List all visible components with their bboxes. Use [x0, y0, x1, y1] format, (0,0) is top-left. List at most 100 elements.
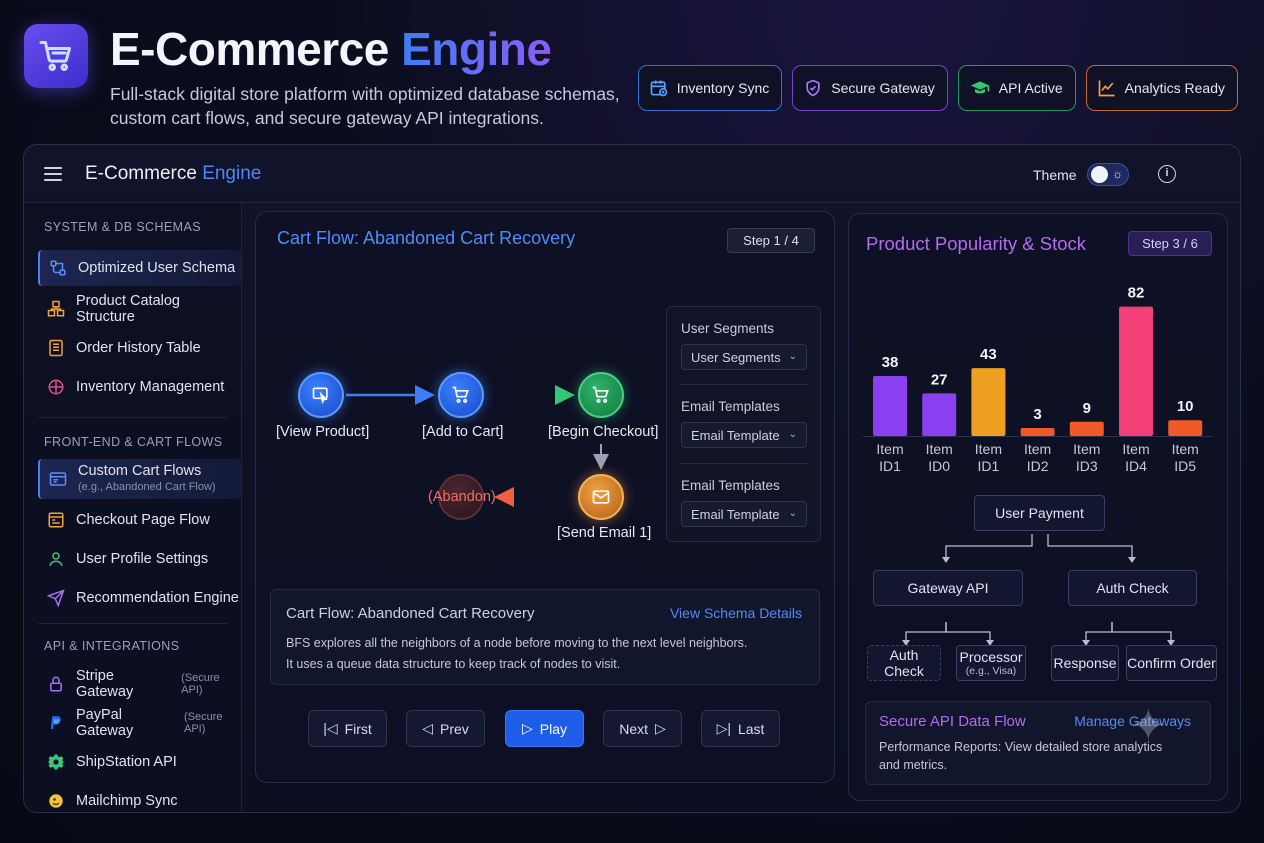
tree-node-user-payment[interactable]: User Payment [974, 495, 1105, 531]
node-label-view-product: [View Product] [276, 424, 370, 440]
email-template-select[interactable]: Email Template ⌄ [681, 501, 807, 527]
bar-chart: 38ItemID127ItemID043ItemID13ItemID29Item… [863, 285, 1213, 474]
sidebar: SYSTEM & DB SCHEMAS Optimized User Schem… [24, 203, 242, 812]
divider [681, 384, 807, 385]
sidebar-section-title: FRONT-END & CART FLOWS [44, 435, 223, 449]
skip-back-icon: |◁ [323, 720, 338, 736]
flow-node-view-product[interactable] [298, 372, 344, 418]
description-text: BFS explores all the neighbors of a node… [286, 636, 748, 671]
sidebar-item-checkout-page-flow[interactable]: Checkout Page Flow [38, 502, 241, 538]
sidebar-section-title: SYSTEM & DB SCHEMAS [44, 220, 201, 234]
hero-title: E-Commerce Engine [110, 23, 552, 75]
top-bar: E-Commerce Engine Theme ☼ i [24, 145, 1240, 203]
sidebar-item-order-history[interactable]: Order History Table [38, 330, 241, 366]
tree-node-auth-check[interactable]: Auth Check [1068, 570, 1197, 606]
tree-leaf-confirm-order[interactable]: Confirm Order [1126, 645, 1217, 681]
chart-data-label: 38 [882, 354, 899, 371]
cursor-window-icon [312, 387, 328, 404]
divider [681, 463, 807, 464]
product-popularity-panel: Product Popularity & Stock Step 3 / 6 38… [848, 213, 1228, 801]
theme-toggle[interactable]: ☼ [1087, 163, 1129, 186]
sidebar-section-title: API & INTEGRATIONS [44, 639, 180, 653]
chart-bar[interactable] [873, 376, 907, 436]
chart-data-label: 3 [1033, 406, 1041, 423]
chart-bar[interactable] [1119, 306, 1153, 436]
sidebar-divider [38, 623, 228, 624]
chart-tick-label: Item [975, 441, 1002, 457]
chart-data-label: 9 [1083, 400, 1091, 417]
chart-bar[interactable] [1168, 420, 1203, 436]
tree-node-gateway-api[interactable]: Gateway API [873, 570, 1023, 606]
sidebar-item-custom-cart-flows[interactable]: Custom Cart Flows (e.g., Abandoned Cart … [38, 459, 241, 499]
shield-check-icon [806, 79, 820, 97]
prev-button[interactable]: ◁ Prev [406, 710, 485, 747]
browser-window-icon [48, 469, 68, 489]
graduation-cap-icon [970, 81, 989, 94]
segment-options: User Segments User Segments ⌄ Email Temp… [666, 306, 821, 542]
hamburger-menu-icon[interactable] [44, 167, 62, 181]
chevron-down-icon: ⌄ [788, 508, 797, 519]
sidebar-item-stripe-gateway[interactable]: Stripe Gateway (Secure API) [38, 666, 241, 702]
segment-label: User Segments [681, 321, 775, 336]
email-template-select[interactable]: Email Template ⌄ [681, 422, 807, 448]
chart-bar[interactable] [1020, 428, 1055, 436]
user-segments-select[interactable]: User Segments ⌄ [681, 344, 807, 370]
chevron-down-icon: ⌄ [788, 351, 797, 362]
shopping-cart-icon [39, 41, 71, 71]
api-box-title: Secure API Data Flow [879, 713, 1026, 730]
hero-subtitle: Full-stack digital store platform with o… [110, 84, 620, 128]
first-button[interactable]: |◁ First [308, 710, 387, 747]
chart-data-label: 43 [980, 346, 997, 363]
flow-node-begin-checkout[interactable] [578, 372, 624, 418]
sun-icon: ☼ [1112, 167, 1123, 181]
flow-node-add-to-cart[interactable] [438, 372, 484, 418]
node-label-add-to-cart: [Add to Cart] [422, 424, 504, 440]
chevron-down-icon: ⌄ [788, 429, 797, 440]
flow-description: Cart Flow: Abandoned Cart Recovery View … [270, 589, 820, 685]
next-button[interactable]: Next ▷ [603, 710, 682, 747]
view-schema-details-link[interactable]: View Schema Details [670, 605, 802, 621]
sidebar-item-shipstation-api[interactable]: ShipStation API [38, 744, 241, 780]
cart-flow-panel: Cart Flow: Abandoned Cart Recovery Step … [255, 211, 835, 783]
flow-node-send-email[interactable] [578, 474, 624, 520]
badge-inventory-sync[interactable]: Inventory Sync [637, 65, 783, 111]
info-icon[interactable]: i [1158, 165, 1176, 183]
tree-leaf-response[interactable]: Response [1051, 645, 1119, 681]
sidebar-item-mailchimp-sync[interactable]: Mailchimp Sync [38, 783, 241, 812]
sidebar-item-paypal-gateway[interactable]: PayPal Gateway (Secure API) [38, 705, 241, 741]
chart-data-label: 27 [931, 371, 948, 388]
chart-tick-label: Item [1024, 441, 1051, 457]
badge-api-active[interactable]: API Active [957, 65, 1076, 111]
checkout-page-icon [46, 510, 66, 530]
send-icon [46, 588, 66, 608]
paypal-icon [46, 713, 66, 733]
chart-bar[interactable] [971, 368, 1006, 436]
tree-leaf-processor[interactable]: Processor (e.g., Visa) [956, 645, 1026, 681]
chart-tick-label: Item [1172, 441, 1199, 457]
sidebar-item-user-profile-settings[interactable]: User Profile Settings [38, 541, 241, 577]
chart-bar[interactable] [1069, 421, 1104, 436]
sidebar-item-optimized-user-schema[interactable]: Optimized User Schema [38, 250, 241, 286]
sidebar-item-product-catalog[interactable]: Product Catalog Structure [38, 291, 241, 327]
chart-bar[interactable] [922, 393, 957, 436]
badge-secure-gateway[interactable]: Secure Gateway [792, 65, 948, 111]
gear-icon [46, 752, 66, 772]
user-icon [46, 549, 66, 569]
play-icon: ▷ [521, 720, 533, 736]
segment-label: Email Templates [681, 478, 780, 493]
mail-icon [592, 490, 610, 504]
sidebar-divider [38, 417, 228, 418]
play-button[interactable]: ▷ Play [505, 710, 584, 747]
cart-icon [592, 386, 609, 403]
last-button[interactable]: ▷| Last [701, 710, 780, 747]
chart-tick-label: ID5 [1174, 458, 1196, 474]
chart-tick-label: ID4 [1125, 458, 1147, 474]
chart-tick-label: Item [926, 441, 953, 457]
sidebar-item-inventory-management[interactable]: Inventory Management [38, 369, 241, 405]
skip-forward-icon: ▷| [716, 720, 731, 736]
badge-analytics-ready[interactable]: Analytics Ready [1085, 65, 1238, 111]
sidebar-item-recommendation-engine[interactable]: Recommendation Engine [38, 580, 241, 616]
toggle-knob [1091, 166, 1108, 183]
api-box-text: Performance Reports: View detailed store… [879, 740, 1163, 772]
tree-leaf-auth-check[interactable]: Auth Check [867, 645, 941, 681]
